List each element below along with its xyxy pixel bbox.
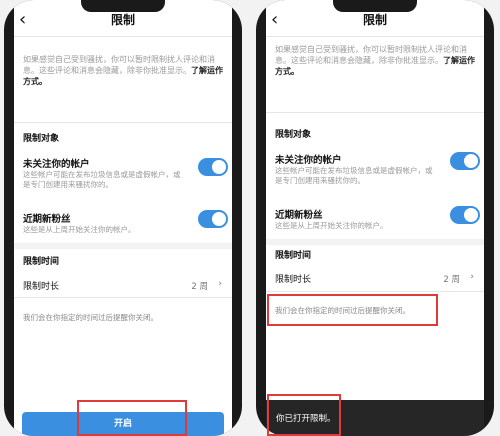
- intro-body: 如果感觉自己受到骚扰，你可以暂时限制扰人评论和消息。这些评论和消息会隐藏，除非你…: [23, 55, 215, 75]
- restrict-section-title: 限制对象: [23, 134, 60, 144]
- divider: [14, 122, 232, 123]
- new-followers-title: 近期新粉丝: [23, 214, 71, 225]
- non-followers-toggle[interactable]: [198, 158, 228, 176]
- new-followers-toggle[interactable]: [450, 206, 480, 224]
- highlight-box-enable-button: [77, 400, 187, 436]
- divider: [266, 291, 484, 292]
- divider: [266, 36, 484, 37]
- duration-value: 2 周: [191, 282, 208, 292]
- intro-body: 如果感觉自己受到骚扰，你可以暂时限制扰人评论和消息。这些评论和消息会隐藏，除非你…: [275, 45, 467, 65]
- new-followers-desc: 这些是从上周开始关注你的帐户。: [275, 221, 388, 230]
- new-followers-desc: 这些是从上周开始关注你的帐户。: [23, 225, 136, 234]
- non-followers-toggle[interactable]: [450, 152, 480, 170]
- non-followers-desc: 这些帐户可能在发布垃圾信息或是虚假帐户，或是专门创建用来骚扰你的。: [23, 170, 181, 189]
- phone-right: ‹ 限制 如果感觉自己受到骚扰，你可以暂时限制扰人评论和消息。这些评论和消息会隐…: [256, 0, 494, 436]
- divider: [266, 112, 484, 113]
- new-followers-toggle[interactable]: [198, 210, 228, 228]
- header: ‹ 限制: [266, 10, 484, 32]
- chevron-right-icon: ›: [218, 279, 222, 289]
- intro-text: 如果感觉自己受到骚扰，你可以暂时限制扰人评论和消息。这些评论和消息会隐藏，除非你…: [275, 44, 479, 77]
- chevron-right-icon: ›: [470, 272, 474, 282]
- duration-label: 限制时长: [23, 282, 60, 292]
- section-gap: [266, 239, 484, 245]
- divider: [14, 36, 232, 37]
- duration-value: 2 周: [443, 275, 460, 285]
- time-section-title: 限制时间: [23, 257, 60, 267]
- highlight-box-reminder-note: [267, 294, 438, 326]
- new-followers-title: 近期新粉丝: [275, 210, 323, 221]
- non-followers-title: 未关注你的帐户: [23, 159, 90, 170]
- time-section-title: 限制时间: [275, 251, 312, 261]
- phone-notch: [333, 0, 417, 12]
- non-followers-desc: 这些帐户可能在发布垃圾信息或是虚假帐户，或是专门创建用来骚扰你的。: [275, 166, 433, 185]
- phone-notch: [81, 0, 165, 12]
- highlight-box-toast: [267, 394, 341, 436]
- restrict-screen-left: ‹ 限制 如果感觉自己受到骚扰，你可以暂时限制扰人评论和消息。这些评论和消息会隐…: [14, 0, 232, 436]
- intro-text: 如果感觉自己受到骚扰，你可以暂时限制扰人评论和消息。这些评论和消息会隐藏，除非你…: [23, 54, 227, 87]
- page-title: 限制: [110, 13, 135, 27]
- divider: [14, 297, 232, 298]
- section-gap: [14, 243, 232, 249]
- header: ‹ 限制: [14, 10, 232, 32]
- non-followers-title: 未关注你的帐户: [275, 155, 342, 166]
- page-title: 限制: [362, 13, 387, 27]
- reminder-note: 我们会在你指定的时间过后提醒你关闭。: [23, 313, 158, 322]
- restrict-section-title: 限制对象: [275, 130, 312, 140]
- phone-left: ‹ 限制 如果感觉自己受到骚扰，你可以暂时限制扰人评论和消息。这些评论和消息会隐…: [4, 0, 242, 436]
- restrict-screen-right: ‹ 限制 如果感觉自己受到骚扰，你可以暂时限制扰人评论和消息。这些评论和消息会隐…: [266, 0, 484, 436]
- duration-label: 限制时长: [275, 275, 312, 285]
